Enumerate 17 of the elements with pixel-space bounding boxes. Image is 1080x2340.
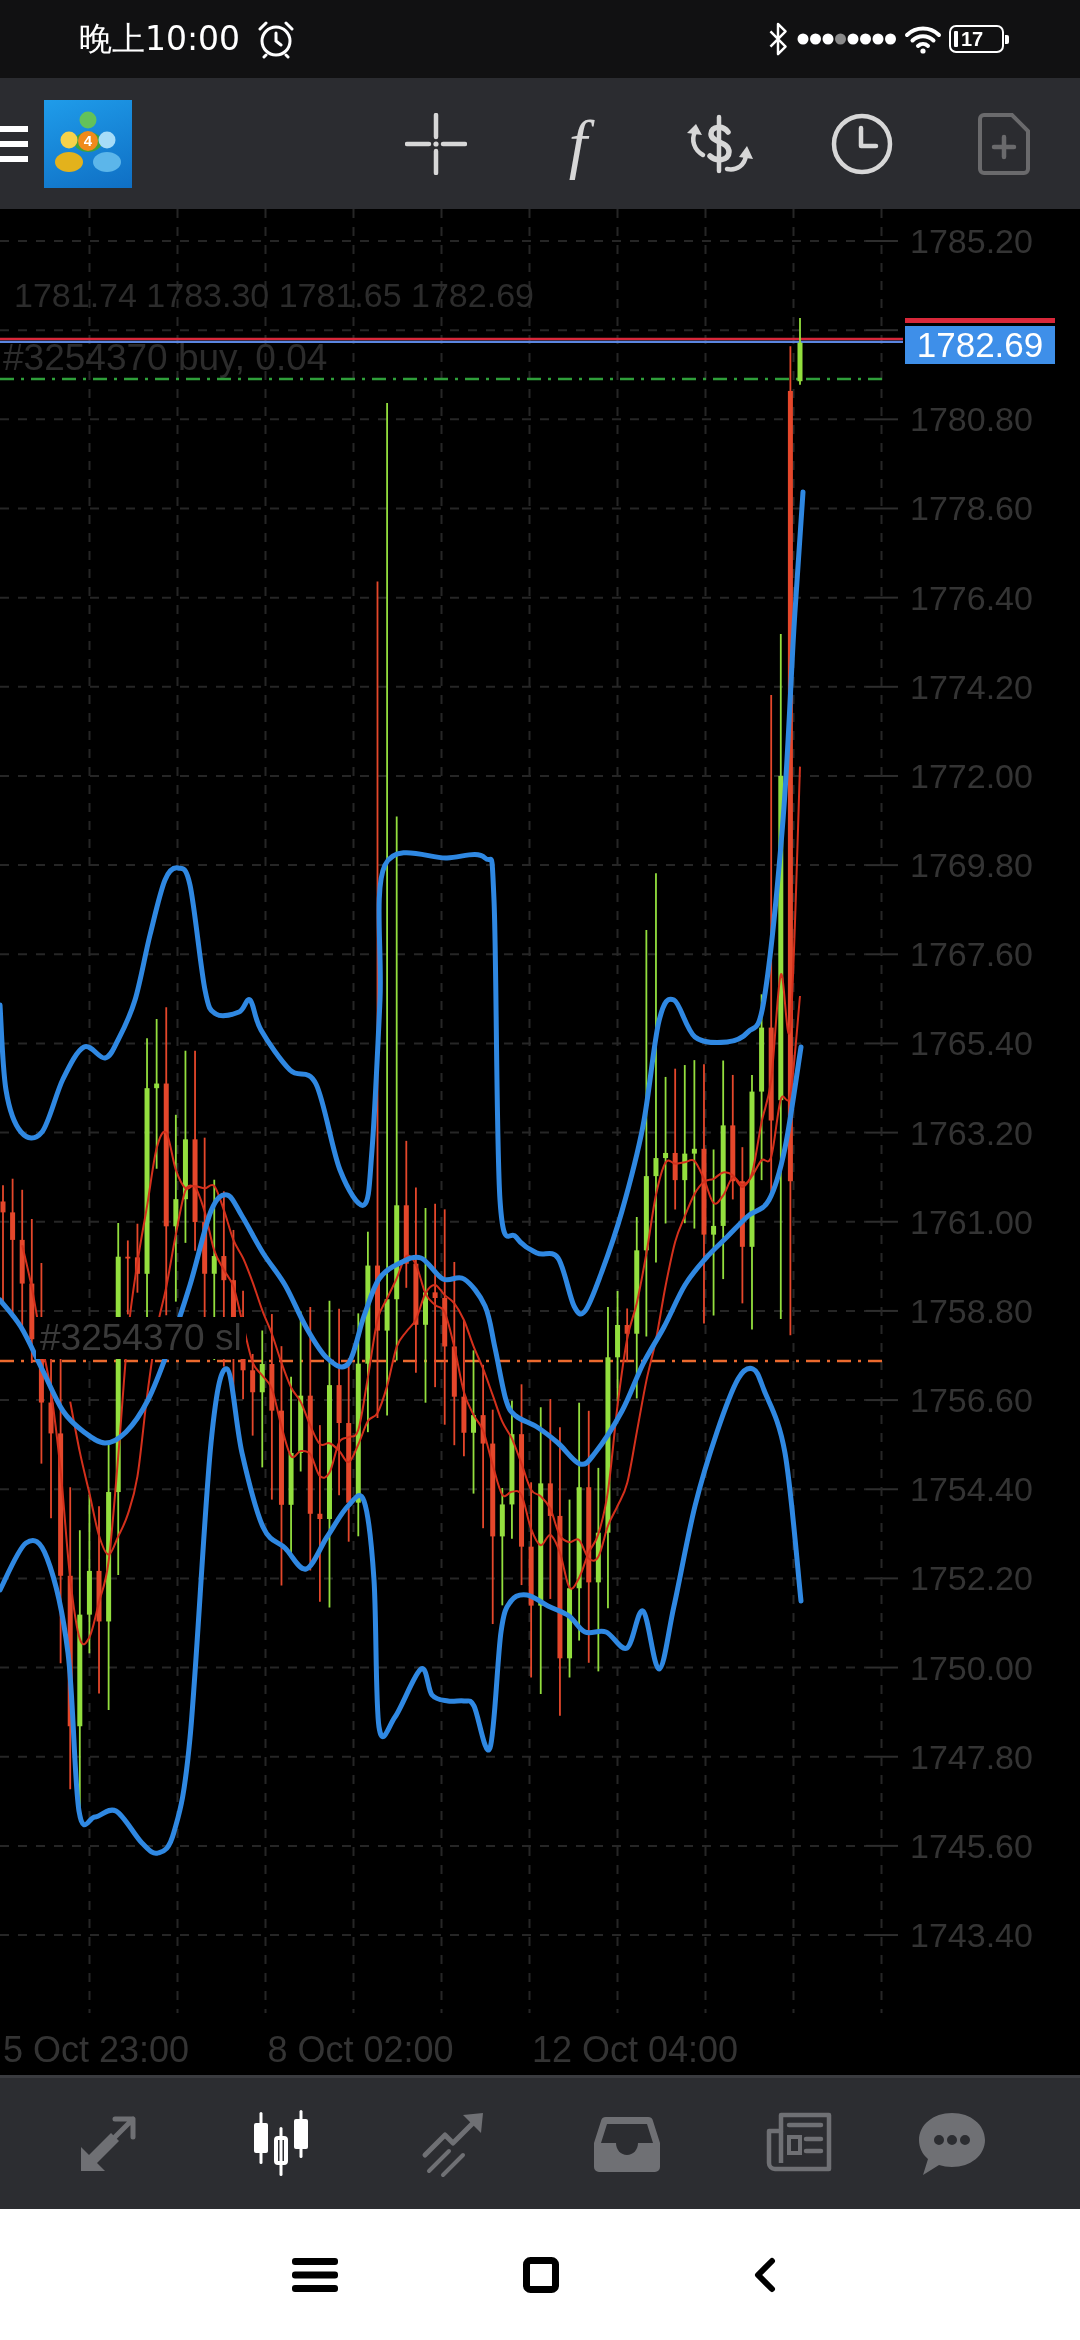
logo-number-badge: 4 <box>78 130 98 151</box>
function-button[interactable]: f <box>540 105 616 182</box>
back-icon[interactable] <box>752 2256 776 2293</box>
menu-icon[interactable] <box>292 2257 338 2292</box>
crosshair-icon <box>405 112 467 175</box>
stop-loss-label: #3254370 sl <box>36 1317 246 1359</box>
document-plus-icon <box>978 112 1030 175</box>
wifi-icon <box>904 24 942 54</box>
battery-percentage: 17 <box>961 28 984 50</box>
person-figure-icon <box>93 131 121 172</box>
menu-icon[interactable] <box>0 123 28 164</box>
status-time: 晚上10:00 <box>79 19 241 59</box>
person-figure-icon <box>55 131 83 172</box>
current-price-tag: 1782.69 <box>905 326 1055 364</box>
clock-icon <box>831 112 893 175</box>
square-icon[interactable] <box>523 2256 559 2293</box>
signal-strength-icon <box>797 32 897 46</box>
